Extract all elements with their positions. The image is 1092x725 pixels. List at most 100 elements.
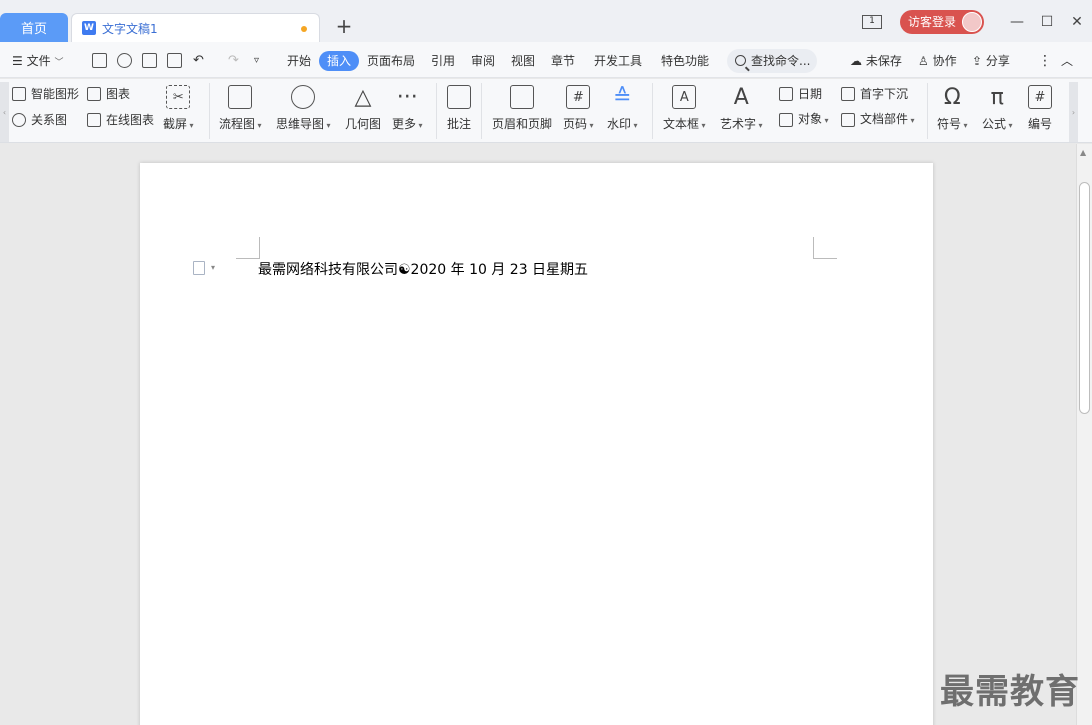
tab-special[interactable]: 特色功能 xyxy=(661,51,709,71)
online-chart-label: 在线图表 xyxy=(106,113,155,127)
file-menu-label: 文件 xyxy=(26,54,51,68)
wordart-button[interactable]: A 艺术字 xyxy=(720,83,763,139)
guest-login-label: 访客登录 xyxy=(907,15,956,29)
dropcap-icon xyxy=(841,87,855,101)
tab-document[interactable]: W 文字文稿1 xyxy=(71,13,320,42)
symbol-button[interactable]: Ω 符号 xyxy=(937,83,968,139)
smart-shape-button[interactable]: 智能图形 xyxy=(12,84,79,104)
command-search-placeholder: 查找命令... xyxy=(751,54,811,68)
maximize-button[interactable]: ☐ xyxy=(1032,10,1062,34)
ribbon-divider xyxy=(652,83,653,139)
header-footer-icon xyxy=(510,85,534,109)
screenshot-label: 截屏 xyxy=(163,115,194,132)
formula-label: 公式 xyxy=(982,115,1013,132)
print-preview-icon[interactable] xyxy=(167,53,182,68)
undo-icon[interactable]: ↶ xyxy=(193,51,204,71)
screenshot-icon: ✂ xyxy=(166,85,191,109)
date-button[interactable]: 日期 xyxy=(779,84,822,104)
ribbon-scroll-left-icon[interactable]: ‹ xyxy=(0,82,9,142)
file-menu[interactable]: ☰ 文件 ﹀ xyxy=(12,51,63,71)
calendar-icon xyxy=(779,87,793,101)
textbox-button[interactable]: A 文本框 xyxy=(663,83,706,139)
more-options-icon[interactable]: ⋮ xyxy=(1038,51,1052,71)
tab-page-layout[interactable]: 页面布局 xyxy=(367,51,415,71)
tab-start[interactable]: 开始 xyxy=(287,51,311,71)
vertical-scrollbar[interactable]: ▲ xyxy=(1076,144,1092,725)
dropcap-button[interactable]: 首字下沉 xyxy=(841,84,908,104)
more-label: 更多 xyxy=(392,115,423,132)
textbox-icon: A xyxy=(672,85,697,109)
mindmap-button[interactable]: 思维导图 xyxy=(276,83,331,139)
hamburger-icon: ☰ xyxy=(12,54,23,68)
chart-button[interactable]: 图表 xyxy=(87,84,130,104)
geometry-button[interactable]: △ 几何图 xyxy=(345,83,381,139)
watermark-icon: ≙ xyxy=(613,84,632,110)
document-page[interactable]: ▾ 最需网络科技有限公司☯2020 年 10 月 23 日星期五 xyxy=(140,163,933,725)
dropcap-label: 首字下沉 xyxy=(860,87,909,101)
collaborate-label: 协作 xyxy=(932,54,957,68)
numbering-icon: # xyxy=(1028,85,1052,109)
share-icon: ⇪ xyxy=(972,54,983,68)
omega-icon: Ω xyxy=(943,84,961,110)
more-button[interactable]: ··· 更多 xyxy=(392,83,423,139)
online-chart-button[interactable]: 在线图表 xyxy=(87,110,154,130)
tab-insert[interactable]: 插入 xyxy=(319,51,360,71)
online-chart-icon xyxy=(87,113,101,127)
flowchart-button[interactable]: 流程图 xyxy=(219,83,262,139)
new-tab-button[interactable]: + xyxy=(333,15,355,37)
watermark-button[interactable]: ≙ 水印 xyxy=(607,83,638,139)
numbering-button[interactable]: # 编号 xyxy=(1028,83,1052,139)
comment-button[interactable]: 批注 xyxy=(447,83,471,139)
symbol-label: 符号 xyxy=(937,115,968,132)
word-doc-icon: W xyxy=(82,21,96,35)
guest-login-button[interactable]: 访客登录 xyxy=(899,10,984,34)
paragraph-handle-icon[interactable] xyxy=(193,261,205,275)
window-controls: 1 访客登录 — ☐ ✕ xyxy=(861,10,1092,34)
collapse-ribbon-icon[interactable]: ︿ xyxy=(1061,51,1073,71)
paragraph-handle-dropdown-icon[interactable]: ▾ xyxy=(211,263,215,272)
command-search[interactable]: 查找命令... xyxy=(727,49,817,73)
margin-corner-top-left xyxy=(236,237,260,259)
document-canvas: ▾ 最需网络科技有限公司☯2020 年 10 月 23 日星期五 xyxy=(0,144,1076,725)
screenshot-button[interactable]: ✂ 截屏 xyxy=(163,83,194,139)
save-icon[interactable] xyxy=(92,53,107,68)
format-painter-icon[interactable] xyxy=(117,53,132,68)
share-button[interactable]: ⇪ 分享 xyxy=(972,51,1010,71)
doc-parts-label: 文档部件 xyxy=(860,109,915,131)
mindmap-icon xyxy=(291,85,316,109)
scroll-up-icon[interactable]: ▲ xyxy=(1080,148,1086,157)
tab-developer[interactable]: 开发工具 xyxy=(594,51,642,71)
tab-review[interactable]: 审阅 xyxy=(471,51,495,71)
print-icon[interactable] xyxy=(142,53,157,68)
tab-home[interactable]: 首页 xyxy=(0,13,68,42)
minimize-button[interactable]: — xyxy=(1002,10,1032,34)
share-label: 分享 xyxy=(985,54,1010,68)
smart-shape-label: 智能图形 xyxy=(31,87,80,101)
doc-parts-button[interactable]: 文档部件 xyxy=(841,110,915,130)
header-footer-button[interactable]: 页眉和页脚 xyxy=(492,83,552,139)
formula-button[interactable]: π 公式 xyxy=(982,83,1013,139)
page-number-button[interactable]: # 页码 xyxy=(563,83,594,139)
document-line-text[interactable]: 最需网络科技有限公司☯2020 年 10 月 23 日星期五 xyxy=(258,259,588,279)
unsaved-button[interactable]: ☁ 未保存 xyxy=(850,51,902,71)
more-dots-icon: ··· xyxy=(396,84,418,110)
scrollbar-thumb[interactable] xyxy=(1079,182,1090,414)
comment-icon xyxy=(447,85,471,109)
quick-access-dropdown-icon[interactable]: ▿ xyxy=(254,51,259,71)
numbering-label: 编号 xyxy=(1028,117,1053,131)
object-button[interactable]: 对象 xyxy=(779,110,829,130)
tab-chapter[interactable]: 章节 xyxy=(551,51,575,71)
tab-view[interactable]: 视图 xyxy=(511,51,535,71)
relation-chart-button[interactable]: 关系图 xyxy=(12,110,67,130)
bar-chart-icon xyxy=(87,87,101,101)
page-view-icon[interactable]: 1 xyxy=(861,15,882,29)
title-bar: 首页 W 文字文稿1 + 1 访客登录 — ☐ ✕ xyxy=(0,0,1092,42)
tab-references[interactable]: 引用 xyxy=(431,51,455,71)
redo-icon[interactable]: ↷ xyxy=(228,51,239,71)
ribbon-divider xyxy=(209,83,210,139)
close-button[interactable]: ✕ xyxy=(1062,10,1092,34)
ribbon-scroll-right-icon[interactable]: › xyxy=(1069,82,1078,142)
collaborate-button[interactable]: ♙ 协作 xyxy=(918,51,957,71)
ribbon-divider xyxy=(481,83,482,139)
user-icon: ♙ xyxy=(918,54,929,68)
